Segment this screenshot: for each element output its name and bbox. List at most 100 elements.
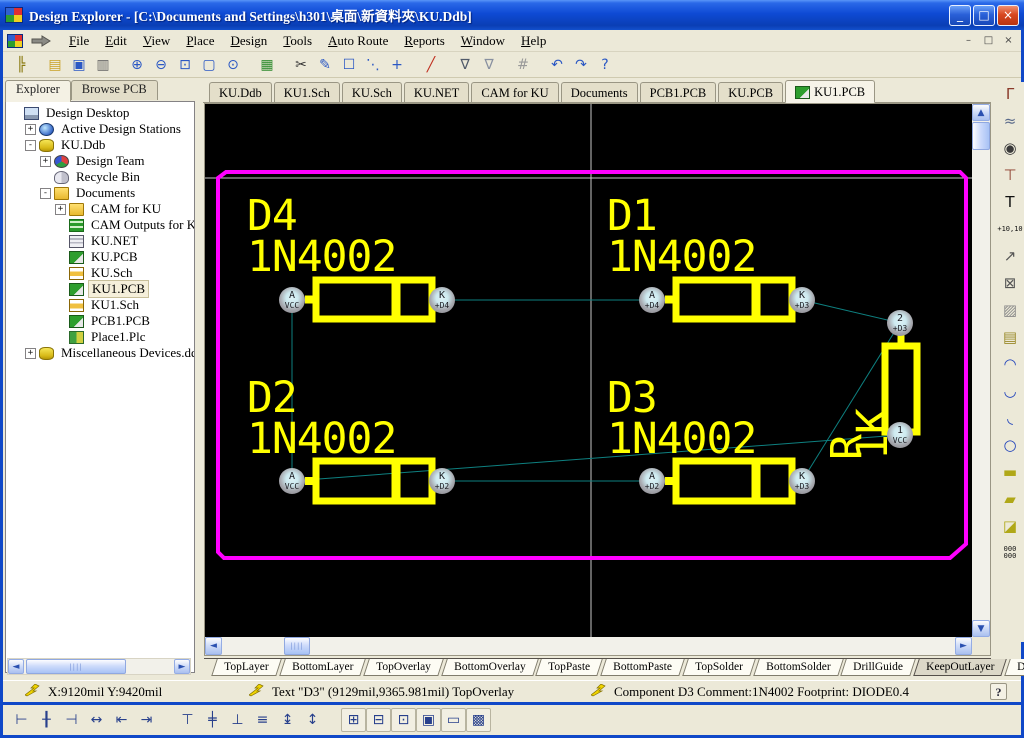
document-tab-ku.pcb[interactable]: KU.PCB bbox=[718, 82, 783, 102]
arc-angle-icon[interactable]: ◟ bbox=[998, 406, 1022, 430]
select-area-icon[interactable]: ☐ bbox=[337, 54, 361, 76]
document-tab-cam for ku[interactable]: CAM for KU bbox=[471, 82, 558, 102]
tree-item[interactable]: Design Desktop bbox=[6, 105, 194, 121]
align-bottom-icon[interactable]: ⊥ bbox=[225, 708, 250, 732]
expand-icon[interactable]: + bbox=[55, 204, 66, 215]
menu-place[interactable]: Place bbox=[178, 32, 222, 50]
place-component-icon[interactable]: ▭ bbox=[441, 708, 466, 732]
scroll-down-icon[interactable]: ▼ bbox=[972, 620, 990, 637]
scroll-left-icon[interactable]: ◄ bbox=[205, 637, 222, 655]
zoom-window-icon[interactable]: ⊡ bbox=[173, 54, 197, 76]
layer-tab-toplayer[interactable]: TopLayer bbox=[211, 659, 281, 676]
place-pad-icon[interactable]: ◉ bbox=[998, 136, 1022, 160]
scrollbar-thumb[interactable] bbox=[972, 122, 990, 150]
interactive-placement-icon[interactable]: ▩ bbox=[466, 708, 491, 732]
scroll-left-icon[interactable]: ◄ bbox=[8, 659, 24, 674]
place-dimension-icon[interactable]: ↗ bbox=[998, 244, 1022, 268]
document-tab-pcb1.pcb[interactable]: PCB1.PCB bbox=[640, 82, 717, 102]
arrange-components-icon[interactable]: ▣ bbox=[416, 708, 441, 732]
place-via-icon[interactable]: ⊤ bbox=[998, 163, 1022, 187]
zoom-in-icon[interactable]: ⊕ bbox=[125, 54, 149, 76]
polygon-plane-icon[interactable]: ▰ bbox=[998, 487, 1022, 511]
expand-icon[interactable]: + bbox=[25, 348, 36, 359]
layer-tab-drillguide[interactable]: DrillGuide bbox=[840, 659, 915, 676]
place-room-icon[interactable]: ⊠ bbox=[998, 271, 1022, 295]
tree-horizontal-scrollbar[interactable]: ◄ |||| ► bbox=[7, 658, 191, 675]
knife-icon[interactable]: ✂ bbox=[289, 54, 313, 76]
define-room-icon[interactable]: ⊡ bbox=[391, 708, 416, 732]
pcb-canvas[interactable]: D41N4002D11N4002D21N4002D31N4002R1KAVCCK… bbox=[205, 104, 972, 637]
collapse-icon[interactable]: - bbox=[25, 140, 36, 151]
scroll-up-icon[interactable]: ▲ bbox=[972, 104, 990, 121]
context-help-button[interactable]: ? bbox=[990, 683, 1007, 700]
increase-vertical-spacing-icon[interactable]: ↕ bbox=[300, 708, 325, 732]
interactive-routing-icon[interactable]: Γ bbox=[998, 82, 1022, 106]
place-component-icon[interactable]: ▤ bbox=[998, 325, 1022, 349]
tree-item[interactable]: +Miscellaneous Devices.ddb bbox=[6, 345, 194, 361]
decrease-vertical-spacing-icon[interactable]: ↨ bbox=[275, 708, 300, 732]
close-button[interactable]: × bbox=[997, 5, 1019, 26]
document-tab-documents[interactable]: Documents bbox=[561, 82, 638, 102]
layer-tab-drilldrawing[interactable]: DrillDrawing bbox=[1005, 659, 1024, 676]
scroll-right-icon[interactable]: ► bbox=[955, 637, 972, 655]
shield-icon[interactable]: ∇ bbox=[453, 54, 477, 76]
mdi-restore-button[interactable]: □ bbox=[980, 33, 997, 48]
layer-tab-topoverlay[interactable]: TopOverlay bbox=[363, 659, 443, 676]
grid-icon[interactable]: # bbox=[511, 54, 535, 76]
collapse-icon[interactable]: - bbox=[40, 188, 51, 199]
minimize-button[interactable]: _ bbox=[949, 5, 971, 26]
tree-item[interactable]: CAM Outputs for KU bbox=[6, 217, 194, 233]
arrange-within-room-icon[interactable]: ⊞ bbox=[341, 708, 366, 732]
menu-window[interactable]: Window bbox=[453, 32, 513, 50]
align-top-icon[interactable]: ⊤ bbox=[175, 708, 200, 732]
document-tab-ku.sch[interactable]: KU.Sch bbox=[342, 82, 402, 102]
tree-item[interactable]: KU.NET bbox=[6, 233, 194, 249]
tree-item[interactable]: PCB1.PCB bbox=[6, 313, 194, 329]
canvas-horizontal-scrollbar[interactable]: ◄ |||| ► bbox=[205, 637, 972, 655]
layer-tab-keepoutlayer[interactable]: KeepOutLayer bbox=[913, 659, 1007, 676]
tree-item[interactable]: -Documents bbox=[6, 185, 194, 201]
align-center-horizontal-icon[interactable]: ╂ bbox=[34, 708, 59, 732]
panel-tab-explorer[interactable]: Explorer bbox=[5, 80, 71, 102]
layer-tab-bottomlayer[interactable]: BottomLayer bbox=[279, 659, 366, 676]
maximize-button[interactable]: □ bbox=[973, 5, 995, 26]
place-fill-icon[interactable]: ▨ bbox=[998, 298, 1022, 322]
full-circle-icon[interactable]: ○ bbox=[998, 433, 1022, 457]
tree-item[interactable]: KU1.PCB bbox=[6, 281, 194, 297]
tree-item[interactable]: +CAM for KU bbox=[6, 201, 194, 217]
increase-horizontal-spacing-icon[interactable]: ⇥ bbox=[134, 708, 159, 732]
panel-tab-browse-pcb[interactable]: Browse PCB bbox=[71, 80, 158, 100]
pcb-view-icon[interactable]: ▦ bbox=[255, 54, 279, 76]
arrange-outside-room-icon[interactable]: ⊟ bbox=[366, 708, 391, 732]
component-D4[interactable]: D41N4002 bbox=[247, 191, 432, 319]
redo-icon[interactable]: ↷ bbox=[569, 54, 593, 76]
deselect-icon[interactable]: ⋱ bbox=[361, 54, 385, 76]
document-tab-ku1.pcb[interactable]: KU1.PCB bbox=[785, 80, 875, 103]
app-logo-icon[interactable] bbox=[7, 34, 23, 48]
document-tab-ku.ddb[interactable]: KU.Ddb bbox=[209, 82, 272, 102]
zoom-point-icon[interactable]: ⊙ bbox=[221, 54, 245, 76]
document-tab-ku.net[interactable]: KU.NET bbox=[404, 82, 469, 102]
print-icon[interactable]: ▥ bbox=[91, 54, 115, 76]
pencil-icon[interactable]: ✎ bbox=[313, 54, 337, 76]
wizard-icon[interactable]: ╱ bbox=[419, 54, 443, 76]
place-track-icon[interactable]: ≈ bbox=[998, 109, 1022, 133]
scroll-right-icon[interactable]: ► bbox=[174, 659, 190, 674]
layer-tab-bottomsolder[interactable]: BottomSolder bbox=[753, 659, 843, 676]
decrease-horizontal-spacing-icon[interactable]: ⇤ bbox=[109, 708, 134, 732]
mdi-minimize-button[interactable]: – bbox=[960, 33, 977, 48]
layer-tab-topsolder[interactable]: TopSolder bbox=[682, 659, 755, 676]
design-manager-icon[interactable]: ╠ bbox=[9, 54, 33, 76]
menu-reports[interactable]: Reports bbox=[396, 32, 452, 50]
rectangle-fill-icon[interactable]: ▬ bbox=[998, 460, 1022, 484]
title-bar[interactable]: Design Explorer - [C:\Documents and Sett… bbox=[0, 0, 1024, 30]
document-tab-ku1.sch[interactable]: KU1.Sch bbox=[274, 82, 340, 102]
menu-file[interactable]: File bbox=[61, 32, 97, 50]
tree-item[interactable]: KU.PCB bbox=[6, 249, 194, 265]
scrollbar-thumb[interactable]: |||| bbox=[284, 637, 310, 655]
tree-item[interactable]: Recycle Bin bbox=[6, 169, 194, 185]
tree-item[interactable]: -KU.Ddb bbox=[6, 137, 194, 153]
space-horizontal-icon[interactable]: ↔ bbox=[84, 708, 109, 732]
mdi-close-button[interactable]: × bbox=[1000, 33, 1017, 48]
menu-view[interactable]: View bbox=[135, 32, 178, 50]
